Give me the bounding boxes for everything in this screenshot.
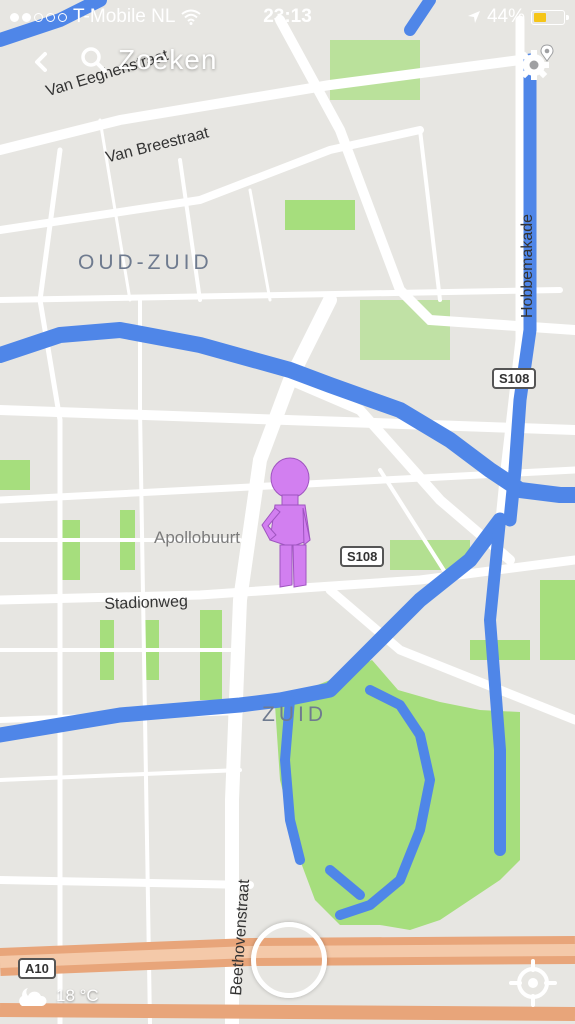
partly-cloudy-night-icon [19,988,47,1006]
search-icon [81,47,107,73]
gear-location-icon [519,44,554,80]
chevron-left-icon [35,52,47,72]
battery-percent: 44% [486,6,525,27]
status-right: 44% [467,6,569,28]
road-shield-s108: S108 [340,546,385,567]
location-arrow-icon [467,11,480,23]
back-button[interactable] [26,46,56,78]
map-view[interactable] [0,0,575,1024]
search-label: Zoeken [118,44,218,75]
road-shield-a10: A10 [18,958,56,979]
weather-widget: 18 °C [14,984,99,1008]
district-label-zuid: ZUID [262,703,327,726]
settings-button[interactable] [517,42,557,82]
locate-button[interactable] [508,958,558,1008]
top-bar: Zoeken [0,40,575,84]
battery-icon [531,9,569,25]
street-label-hobbemakade: Hobbemakade [519,213,536,318]
neighbourhood-label-apollobuurt: Apollobuurt [154,528,241,547]
district-label-oud-zuid: OUD-ZUID [78,251,213,274]
camera-button[interactable] [251,922,327,998]
search-button[interactable]: Zoeken [80,44,217,76]
status-bar: T-Mobile NL 23:13 44% [0,0,575,34]
road-shield-s108: S108 [492,368,537,389]
street-label-stadionweg: Stadionweg [104,593,189,613]
temperature: 18 °C [56,986,99,1005]
crosshair-icon [509,959,557,1007]
